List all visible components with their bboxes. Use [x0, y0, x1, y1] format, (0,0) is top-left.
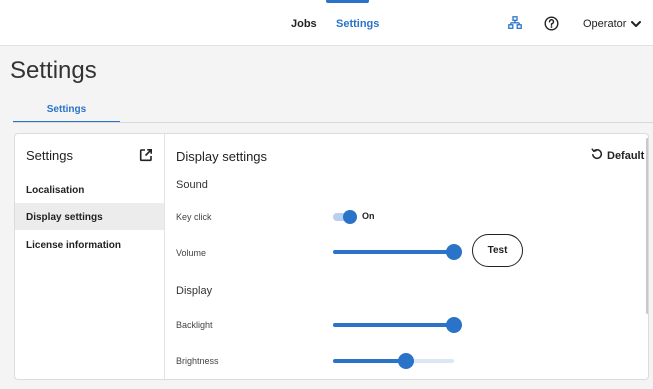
sidebar-item-localisation[interactable]: Localisation — [15, 176, 164, 203]
test-button[interactable]: Test — [472, 234, 523, 267]
volume-label: Volume — [176, 248, 207, 258]
sidebar-item-display-settings[interactable]: Display settings — [15, 203, 164, 230]
slider-knob[interactable] — [397, 353, 414, 369]
nav-settings[interactable]: Settings — [336, 18, 379, 30]
panel-scrollbar[interactable] — [646, 138, 648, 314]
volume-slider[interactable] — [333, 244, 462, 260]
slider-fill — [333, 323, 454, 327]
slider-fill — [333, 359, 406, 363]
settings-card: Settings Localisation Display settings L… — [14, 133, 649, 380]
network-icon[interactable] — [506, 14, 524, 32]
backlight-label: Backlight — [176, 320, 213, 330]
external-link-icon[interactable] — [139, 148, 153, 162]
key-click-label: Key click — [176, 212, 212, 222]
key-click-toggle[interactable] — [333, 210, 359, 224]
reset-icon — [591, 148, 603, 163]
display-settings-panel: Display settings Default Sound Key click… — [166, 134, 648, 379]
chevron-down-icon[interactable] — [629, 17, 643, 31]
panel-title: Display settings — [176, 149, 268, 164]
default-button[interactable]: Default — [591, 148, 644, 163]
sidebar-item-license-information[interactable]: License information — [15, 231, 164, 258]
key-click-state: On — [362, 211, 375, 221]
tab-divider — [13, 122, 653, 123]
sidebar-title: Settings — [26, 148, 73, 163]
default-label: Default — [607, 149, 645, 162]
slider-fill — [333, 250, 454, 254]
section-display: Display — [176, 285, 213, 297]
brightness-slider[interactable] — [333, 353, 454, 369]
section-sound: Sound — [176, 179, 208, 191]
operator-label[interactable]: Operator — [583, 18, 626, 30]
toggle-knob — [343, 210, 357, 224]
nav-active-indicator — [326, 0, 369, 3]
page-title: Settings — [10, 57, 97, 84]
backlight-slider[interactable] — [333, 317, 462, 333]
tab-settings[interactable]: Settings — [13, 100, 120, 122]
top-bar: Jobs Settings Operator — [0, 0, 653, 46]
settings-sidebar: Settings Localisation Display settings L… — [15, 134, 165, 379]
slider-knob[interactable] — [446, 317, 462, 333]
nav-jobs[interactable]: Jobs — [291, 18, 317, 30]
slider-knob[interactable] — [446, 244, 462, 260]
help-icon[interactable] — [542, 14, 560, 32]
brightness-label: Brightness — [176, 356, 219, 366]
